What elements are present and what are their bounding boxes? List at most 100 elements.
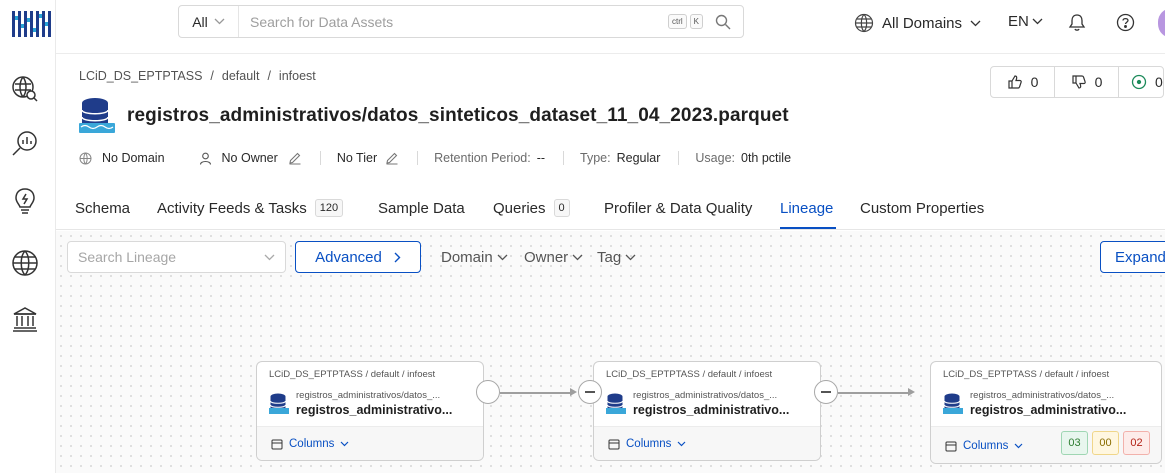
search-input[interactable]: Search for Data Assets [239, 14, 668, 30]
divider [563, 151, 565, 165]
lineage-node[interactable]: LCiD_DS_EPTPTASS / default / infoest reg… [593, 361, 821, 461]
minus-icon [585, 391, 595, 393]
chevron-down-icon [264, 254, 275, 260]
chevron-down-icon [1014, 443, 1023, 449]
downstream-handle[interactable] [476, 380, 500, 404]
calendar-table-icon [271, 439, 283, 450]
chevron-down-icon [677, 441, 686, 447]
top-navbar: All Search for Data Assets ctrl K All Do… [56, 0, 1165, 54]
tier-meta: No Tier [337, 151, 399, 165]
domains-globe-icon[interactable] [8, 246, 42, 280]
node-path: LCiD_DS_EPTPTASS / default / infoest [606, 369, 773, 380]
search-icon[interactable] [715, 14, 731, 30]
notifications-bell-icon[interactable] [1068, 13, 1086, 32]
dq-aborted-badge[interactable]: 00 [1092, 431, 1119, 455]
node-subtitle: registros_administrativos/datos_... [633, 390, 778, 401]
domain-selector[interactable]: All Domains [854, 13, 981, 33]
chevron-down-icon [497, 254, 508, 261]
domain-value: No Domain [102, 151, 165, 165]
lineage-search-select[interactable]: Search Lineage [67, 241, 286, 273]
governance-icon[interactable] [8, 302, 42, 336]
thumbs-down-icon [1071, 75, 1086, 89]
domain-meta[interactable]: No Domain [79, 151, 165, 165]
advanced-button[interactable]: Advanced [295, 241, 421, 273]
upvote-button[interactable]: 0 [991, 67, 1055, 97]
downstream-collapse-handle[interactable] [814, 380, 838, 404]
tab-label: Schema [75, 199, 131, 217]
columns-toggle[interactable]: Columns [945, 440, 1023, 452]
expand-button[interactable]: Expand [1100, 241, 1165, 273]
tab-custom-properties[interactable]: Custom Properties [860, 196, 984, 220]
table-database-icon [606, 393, 626, 414]
explore-icon[interactable] [8, 72, 42, 106]
upstream-collapse-handle[interactable] [578, 380, 602, 404]
avatar[interactable] [1158, 8, 1165, 38]
follow-icon [1131, 74, 1147, 90]
tab-label: Custom Properties [860, 199, 985, 217]
breadcrumb: LCiD_DS_EPTPTASS / default / infoest [79, 69, 316, 83]
owner-filter[interactable]: Owner [524, 249, 583, 266]
columns-label: Columns [626, 438, 672, 450]
table-database-icon [943, 393, 963, 414]
lineage-node[interactable]: LCiD_DS_EPTPTASS / default / infoest reg… [930, 361, 1162, 464]
columns-toggle[interactable]: Columns [271, 438, 349, 450]
language-label: EN [1008, 13, 1029, 30]
type-value: Regular [616, 151, 661, 165]
columns-label: Columns [289, 438, 335, 450]
divider [417, 151, 419, 165]
tab-activity-feeds[interactable]: Activity Feeds & Tasks 120 [157, 196, 344, 220]
filter-label: Tag [597, 249, 622, 266]
search-scope-label: All [192, 13, 208, 30]
table-database-icon [269, 393, 289, 414]
breadcrumb-separator: / [267, 69, 271, 83]
chevron-right-icon [394, 252, 401, 262]
follower-count: 0 [1155, 74, 1163, 90]
breadcrumb-schema[interactable]: infoest [279, 69, 316, 83]
tag-filter[interactable]: Tag [597, 249, 636, 266]
globe-icon [854, 13, 874, 33]
queries-count-badge: 0 [553, 199, 570, 217]
language-selector[interactable]: EN [1008, 13, 1043, 30]
app-logo[interactable] [12, 8, 54, 40]
dq-failed-badge[interactable]: 02 [1123, 431, 1150, 455]
lineage-edge[interactable] [500, 392, 570, 394]
tier-value: No Tier [336, 151, 378, 165]
node-name: registros_administrativo... [633, 403, 790, 417]
chevron-down-icon [1032, 18, 1043, 25]
node-path: LCiD_DS_EPTPTASS / default / infoest [269, 369, 436, 380]
chevron-down-icon [625, 254, 636, 261]
domain-selector-label: All Domains [882, 14, 963, 32]
search-scope-select[interactable]: All [179, 6, 239, 37]
usage-key: Usage: [695, 151, 735, 165]
node-name: registros_administrativo... [296, 403, 453, 417]
domain-filter[interactable]: Domain [441, 249, 508, 266]
type-key: Type: [580, 151, 611, 165]
global-search[interactable]: All Search for Data Assets ctrl K [178, 5, 744, 38]
breadcrumb-service[interactable]: LCiD_DS_EPTPTASS [79, 69, 202, 83]
help-icon[interactable] [1116, 13, 1135, 32]
edge-arrowhead [570, 388, 577, 396]
columns-label: Columns [963, 440, 1009, 452]
lineage-node[interactable]: LCiD_DS_EPTPTASS / default / infoest reg… [256, 361, 484, 461]
tab-lineage[interactable]: Lineage [780, 196, 833, 220]
calendar-table-icon [945, 441, 957, 452]
tab-queries[interactable]: Queries 0 [493, 196, 570, 220]
dq-success-badge[interactable]: 03 [1061, 431, 1088, 455]
tab-sample-data[interactable]: Sample Data [378, 196, 465, 220]
observability-icon[interactable] [8, 184, 42, 218]
divider [678, 151, 680, 165]
tab-schema[interactable]: Schema [75, 196, 130, 220]
columns-toggle[interactable]: Columns [608, 438, 686, 450]
edit-tier-icon[interactable] [385, 151, 399, 165]
breadcrumb-database[interactable]: default [222, 69, 260, 83]
downvote-button[interactable]: 0 [1055, 67, 1119, 97]
tab-profiler[interactable]: Profiler & Data Quality [604, 196, 752, 220]
entity-tabs: Schema Activity Feeds & Tasks 120 Sample … [56, 186, 1165, 230]
insights-icon[interactable] [8, 127, 42, 161]
downvote-count: 0 [1094, 74, 1103, 90]
page-title: registros_administrativos/datos_sintetic… [127, 105, 789, 126]
edit-owner-icon[interactable] [288, 151, 302, 165]
kbd-k: K [689, 14, 703, 29]
lineage-edge[interactable] [838, 392, 908, 394]
follow-button[interactable]: 0 [1119, 67, 1163, 97]
